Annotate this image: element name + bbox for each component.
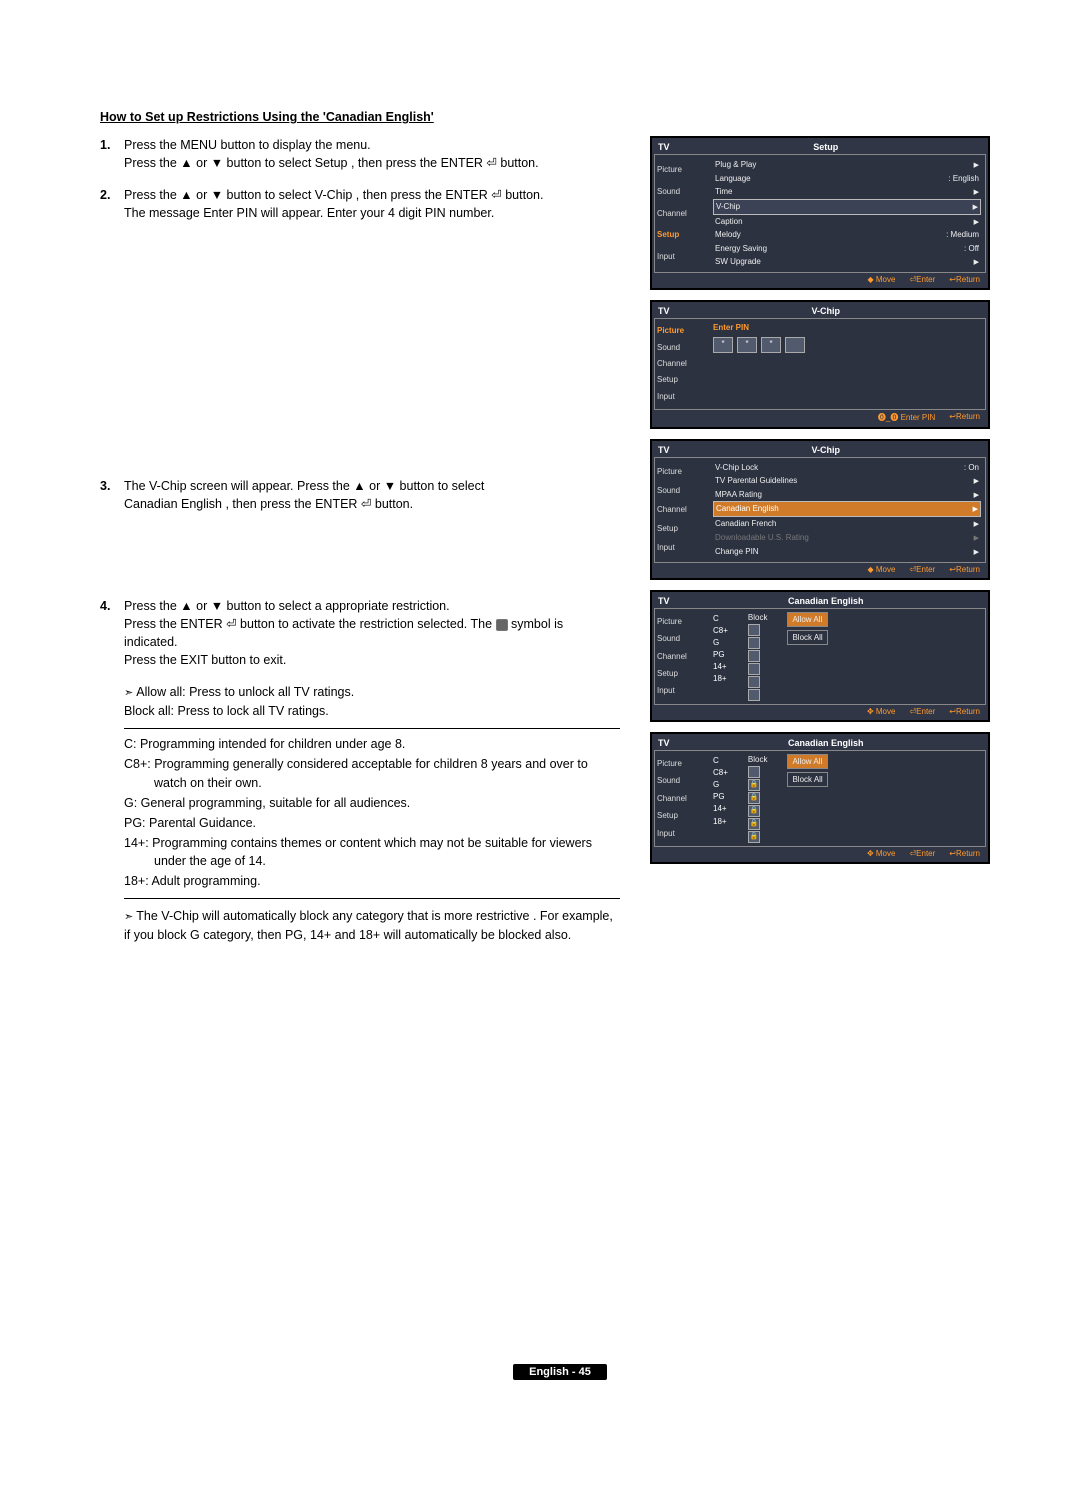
step-1: 1. Press the MENU button to display the … <box>100 136 620 172</box>
page-footer: English - 45 <box>100 1364 1020 1380</box>
osd-canadian-english-2: TVCanadian English Picture Sound Channel… <box>650 732 990 864</box>
lock-icon <box>496 619 508 631</box>
section-heading: How to Set up Restrictions Using the 'Ca… <box>100 110 1020 124</box>
instruction-column: 1. Press the MENU button to display the … <box>100 136 620 944</box>
step-4-line2a: Press the ENTER ⏎ button to activate the… <box>124 617 496 631</box>
osd-enter-pin: TVV-Chip Picture Sound Channel Setup Inp… <box>650 300 990 429</box>
step-4-line1: Press the ▲ or ▼ button to select a appr… <box>124 599 450 613</box>
osd-canadian-english-1: TVCanadian English Picture Sound Channel… <box>650 590 990 722</box>
page-number-pill: English - 45 <box>513 1364 607 1380</box>
step-2: 2. Press the ▲ or ▼ button to select V-C… <box>100 186 620 222</box>
step-3: 3. The V-Chip screen will appear. Press … <box>100 477 620 513</box>
rating-definitions: C: Programming intended for children und… <box>124 728 620 899</box>
auto-block-note: The V-Chip will automatically block any … <box>124 907 620 944</box>
step-1-line1: Press the MENU button to display the men… <box>124 138 371 152</box>
step-4-line3: Press the EXIT button to exit. <box>124 653 286 667</box>
step-3-line2: Canadian English , then press the ENTER … <box>124 497 413 511</box>
step-2-line2: The message Enter PIN will appear. Enter… <box>124 206 494 220</box>
step-4: 4. Press the ▲ or ▼ button to select a a… <box>100 597 620 670</box>
step-1-line2: Press the ▲ or ▼ button to select Setup … <box>124 156 539 170</box>
osd-vchip-list: TVV-Chip Picture Sound Channel Setup Inp… <box>650 439 990 580</box>
osd-column: TVSetup Picture Sound Channel Setup Inpu… <box>650 136 1010 864</box>
step-2-line1: Press the ▲ or ▼ button to select V-Chip… <box>124 188 543 202</box>
allow-all-note: Allow all: Press to unlock all TV rating… <box>124 683 620 720</box>
osd-setup: TVSetup Picture Sound Channel Setup Inpu… <box>650 136 990 290</box>
step-3-line1: The V-Chip screen will appear. Press the… <box>124 479 484 493</box>
